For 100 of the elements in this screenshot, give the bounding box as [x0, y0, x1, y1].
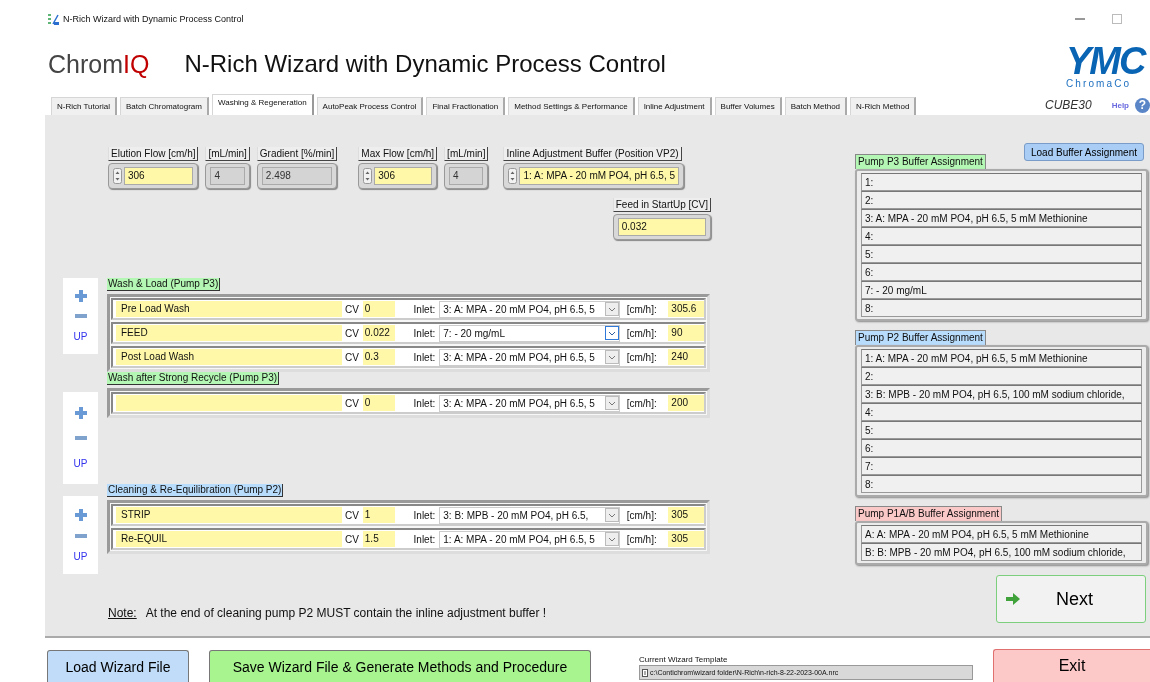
exit-button[interactable]: Exit [993, 649, 1150, 682]
step-name-field[interactable]: Post Load Wash [116, 349, 342, 365]
tab[interactable]: Washing & Regeneration [211, 94, 314, 115]
tab[interactable]: Method Settings & Performance [508, 97, 635, 115]
tab[interactable]: Batch Method [784, 97, 848, 115]
help-icon[interactable]: ? [1135, 97, 1150, 113]
chevron-down-icon[interactable] [604, 508, 619, 522]
panel-title: Pump P2 Buffer Assignment [855, 330, 986, 345]
plus-icon[interactable] [74, 290, 87, 303]
step-name-field[interactable]: STRIP [116, 507, 342, 523]
chevron-down-icon[interactable] [604, 396, 619, 410]
field-label: [mL/min] [205, 147, 250, 161]
step-name-field[interactable]: FEED [116, 325, 342, 341]
cv-field[interactable]: 0.022 [362, 325, 395, 341]
note-text: At the end of cleaning pump P2 MUST contain the inline adjustment buffer ! [145, 606, 547, 620]
buffer-entry: 7: [861, 457, 1142, 475]
buffer-entry: 2: [861, 367, 1142, 385]
logo-subtitle: ChromaCo [1066, 77, 1132, 89]
flow-field[interactable]: 240 [668, 349, 705, 365]
next-button[interactable]: Next [996, 575, 1146, 623]
tab[interactable]: Buffer Volumes [714, 97, 782, 115]
tab[interactable]: Final Fractionation [426, 97, 506, 115]
buffer-entry: 8: [861, 299, 1142, 317]
app-title: N-Rich Wizard with Dynamic Process Control [184, 50, 666, 78]
flow-field[interactable]: 90 [668, 325, 705, 341]
chevron-down-icon[interactable] [604, 532, 619, 546]
field-label: [mL/min] [444, 147, 489, 161]
buffer-entry: 1: [861, 173, 1142, 191]
cv-field[interactable]: 0 [362, 301, 395, 317]
flow-label: [cm/h]: [626, 327, 658, 339]
cv-field[interactable]: 1 [362, 507, 395, 523]
cv-label: CV [344, 303, 360, 315]
footer-button[interactable]: Load Wizard File [47, 650, 189, 682]
flow-field[interactable]: 305.6 [668, 301, 705, 317]
chevron-down-icon[interactable] [604, 350, 619, 364]
value-field[interactable]: 0.032 [617, 218, 706, 236]
help-link[interactable]: Help [1111, 100, 1129, 110]
flow-label: [cm/h]: [626, 351, 658, 363]
app-icon [47, 13, 59, 25]
plus-icon[interactable] [74, 508, 87, 521]
load-buffer-button[interactable]: Load Buffer Assignment [1024, 143, 1144, 161]
spinner-arrows-icon[interactable] [113, 168, 122, 184]
buffer-entry: 5: [861, 421, 1142, 439]
spinner-field[interactable]: 306 [124, 167, 194, 185]
plus-icon[interactable] [74, 406, 87, 419]
flow-field[interactable]: 305 [668, 507, 705, 523]
tab[interactable]: AutoPeak Process Control [316, 97, 424, 115]
buffer-entry: 8: [861, 475, 1142, 493]
spinner-arrows-icon[interactable] [363, 168, 373, 184]
step-name-field[interactable] [116, 395, 342, 411]
brand-logo: ChromIQ [48, 49, 150, 79]
footer-button[interactable]: Save Wizard File & Generate Methods and Procedure [209, 650, 591, 682]
flow-field[interactable]: 200 [668, 395, 705, 411]
cv-field[interactable]: 0 [362, 395, 395, 411]
minus-icon[interactable] [74, 436, 87, 441]
cv-field[interactable]: 0.3 [362, 349, 395, 365]
up-button[interactable]: UP [73, 550, 88, 562]
chevron-down-icon[interactable] [604, 302, 619, 316]
cv-label: CV [344, 397, 360, 409]
tab[interactable]: Batch Chromatogram [119, 97, 209, 115]
buffer-entry: B: B: MPB - 20 mM PO4, pH 6.5, 100 mM sodium chloride, [861, 543, 1142, 561]
file-icon [642, 668, 648, 677]
panel-title: Pump P3 Buffer Assignment [855, 154, 986, 169]
buffer-entry: 6: [861, 263, 1142, 281]
step-name-field[interactable]: Re-EQUIL [116, 531, 342, 547]
minus-icon[interactable] [74, 533, 87, 538]
inlet-label: Inlet: [413, 303, 437, 315]
field-label: Inline Adjustment Buffer (Position VP2) [503, 147, 682, 161]
flow-label: [cm/h]: [626, 397, 658, 409]
cv-field[interactable]: 1.5 [362, 531, 395, 547]
flow-label: [cm/h]: [626, 533, 658, 545]
tab[interactable]: N-Rich Method [850, 97, 917, 115]
cv-label: CV [344, 509, 360, 521]
up-button[interactable]: UP [73, 330, 88, 342]
inlet-dropdown[interactable]: 3: A: MPA - 20 mM PO4, pH 6.5, 5 [439, 394, 620, 412]
step-name-field[interactable]: Pre Load Wash [116, 301, 342, 317]
inlet-dropdown[interactable]: 3: A: MPA - 20 mM PO4, pH 6.5, 5 [439, 300, 620, 318]
field-label: Max Flow [cm/h] [358, 147, 438, 161]
template-label: Current Wizard Template [639, 655, 729, 664]
buffer-entry: A: A: MPA - 20 mM PO4, pH 6.5, 5 mM Methionine [861, 525, 1142, 543]
inlet-dropdown[interactable]: 3: A: MPA - 20 mM PO4, pH 6.5, 5 [439, 348, 620, 366]
inlet-label: Inlet: [413, 397, 437, 409]
chevron-down-icon[interactable] [604, 326, 619, 340]
section-title: Wash after Strong Recycle (Pump P3) [107, 372, 280, 385]
note-label: Note: [108, 606, 137, 620]
spinner-arrows-icon[interactable] [508, 168, 518, 184]
inlet-dropdown[interactable]: 1: A: MPA - 20 mM PO4, pH 6.5, 5 [439, 530, 620, 548]
inlet-dropdown[interactable]: 3: B: MPB - 20 mM PO4, pH 6.5, [439, 506, 620, 524]
inlet-dropdown[interactable]: 7: - 20 mg/mL [439, 324, 620, 342]
flow-label: [cm/h]: [626, 509, 658, 521]
tab[interactable]: Inline Adjustment [637, 97, 712, 115]
up-button[interactable]: UP [73, 458, 88, 470]
buffer-entry: 2: [861, 191, 1142, 209]
arrow-right-icon [1006, 593, 1020, 605]
spinner-field[interactable]: 1: A: MPA - 20 mM PO4, pH 6.5, 5 [519, 167, 679, 185]
spinner-field[interactable]: 306 [374, 167, 433, 185]
tab[interactable]: N-Rich Tutorial [51, 97, 117, 115]
flow-field[interactable]: 305 [668, 531, 705, 547]
minus-icon[interactable] [74, 314, 87, 319]
buffer-entry: 6: [861, 439, 1142, 457]
